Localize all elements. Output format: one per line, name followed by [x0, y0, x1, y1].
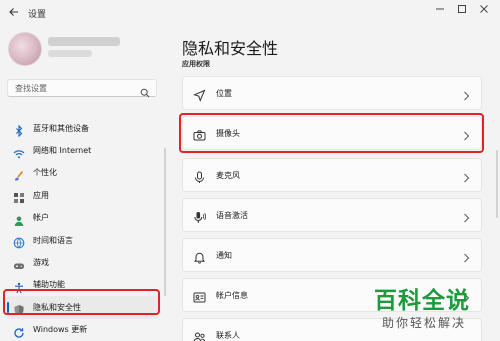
watermark-subtitle: 助你轻松解决 — [382, 316, 467, 330]
main-scrollbar[interactable] — [496, 150, 498, 218]
sidebar-item-label: 游戏 — [33, 258, 49, 268]
settings-row-voice-activation[interactable]: 语音激活 — [182, 198, 482, 232]
chevron-right-icon — [461, 249, 471, 263]
user-email-redacted — [48, 50, 92, 57]
close-icon[interactable] — [474, 4, 494, 20]
sidebar-item-apps[interactable]: 应用 — [7, 184, 159, 206]
sidebar-item-label: 应用 — [33, 190, 49, 200]
settings-row-notifications[interactable]: 通知 — [182, 238, 482, 272]
person-icon — [13, 212, 25, 226]
sidebar-item-label: 蓝牙和其他设备 — [33, 123, 89, 133]
sidebar-item-label: 时间和语言 — [33, 235, 73, 245]
sidebar-scrollbar[interactable] — [164, 148, 166, 296]
sidebar-item-label: 网络和 Internet — [33, 146, 92, 156]
chevron-right-icon — [461, 209, 471, 223]
sidebar-item-time-language[interactable]: 时间和语言 — [7, 229, 159, 251]
watermark-logo: 百科全说 — [374, 288, 470, 314]
apps-icon — [13, 189, 25, 204]
voice-activation-icon — [193, 209, 207, 223]
user-name-redacted — [48, 37, 120, 46]
update-icon — [13, 324, 25, 338]
row-label: 帐户信息 — [216, 291, 248, 300]
location-arrow-icon — [193, 87, 206, 102]
sidebar-item-label: Windows 更新 — [33, 325, 88, 335]
search-placeholder: 查找设置 — [15, 84, 47, 93]
chevron-right-icon — [461, 87, 471, 101]
row-label: 麦克风 — [216, 171, 240, 180]
sidebar-item-label: 个性化 — [33, 168, 57, 178]
title-bar: 设置 — [0, 0, 500, 28]
microphone-icon — [193, 169, 206, 183]
sidebar-item-network[interactable]: 网络和 Internet — [7, 139, 159, 161]
row-label: 位置 — [216, 89, 232, 98]
page-title: 隐私和安全性 — [182, 39, 279, 58]
watermark: 百科全说 助你轻松解决 — [368, 279, 498, 339]
row-label: 通知 — [216, 251, 232, 260]
sidebar-item-accounts[interactable]: 帐户 — [7, 207, 159, 229]
sidebar-item-bluetooth[interactable]: 蓝牙和其他设备 — [7, 117, 159, 139]
minimize-icon[interactable] — [430, 4, 450, 20]
search-icon[interactable] — [140, 83, 150, 98]
bell-icon — [193, 249, 206, 264]
account-info-icon — [193, 289, 206, 303]
section-label: 应用权限 — [182, 60, 210, 68]
maximize-icon[interactable] — [452, 4, 472, 20]
gamepad-icon — [13, 257, 25, 269]
avatar[interactable] — [8, 32, 42, 66]
contacts-icon — [193, 329, 206, 341]
sidebar-annotation-highlight — [3, 289, 160, 315]
sidebar-item-personalization[interactable]: 个性化 — [7, 162, 159, 184]
wifi-icon — [13, 145, 25, 158]
app-title: 设置 — [28, 10, 47, 20]
arrow-left-icon[interactable] — [6, 6, 22, 22]
brush-icon — [13, 167, 25, 181]
globe-clock-icon — [13, 234, 25, 249]
settings-row-location[interactable]: 位置 — [182, 76, 482, 110]
row-label: 联系人 — [216, 331, 240, 340]
sidebar-item-label: 帐户 — [33, 213, 49, 223]
settings-row-microphone[interactable]: 麦克风 — [182, 158, 482, 192]
chevron-right-icon — [461, 169, 471, 183]
sidebar-item-gaming[interactable]: 游戏 — [7, 251, 159, 273]
row-label: 语音激活 — [216, 211, 248, 220]
camera-annotation-highlight — [179, 113, 484, 153]
search-input[interactable]: 查找设置 — [7, 79, 157, 98]
bluetooth-icon — [13, 122, 25, 138]
sidebar-item-windows-update[interactable]: Windows 更新 — [7, 319, 159, 341]
